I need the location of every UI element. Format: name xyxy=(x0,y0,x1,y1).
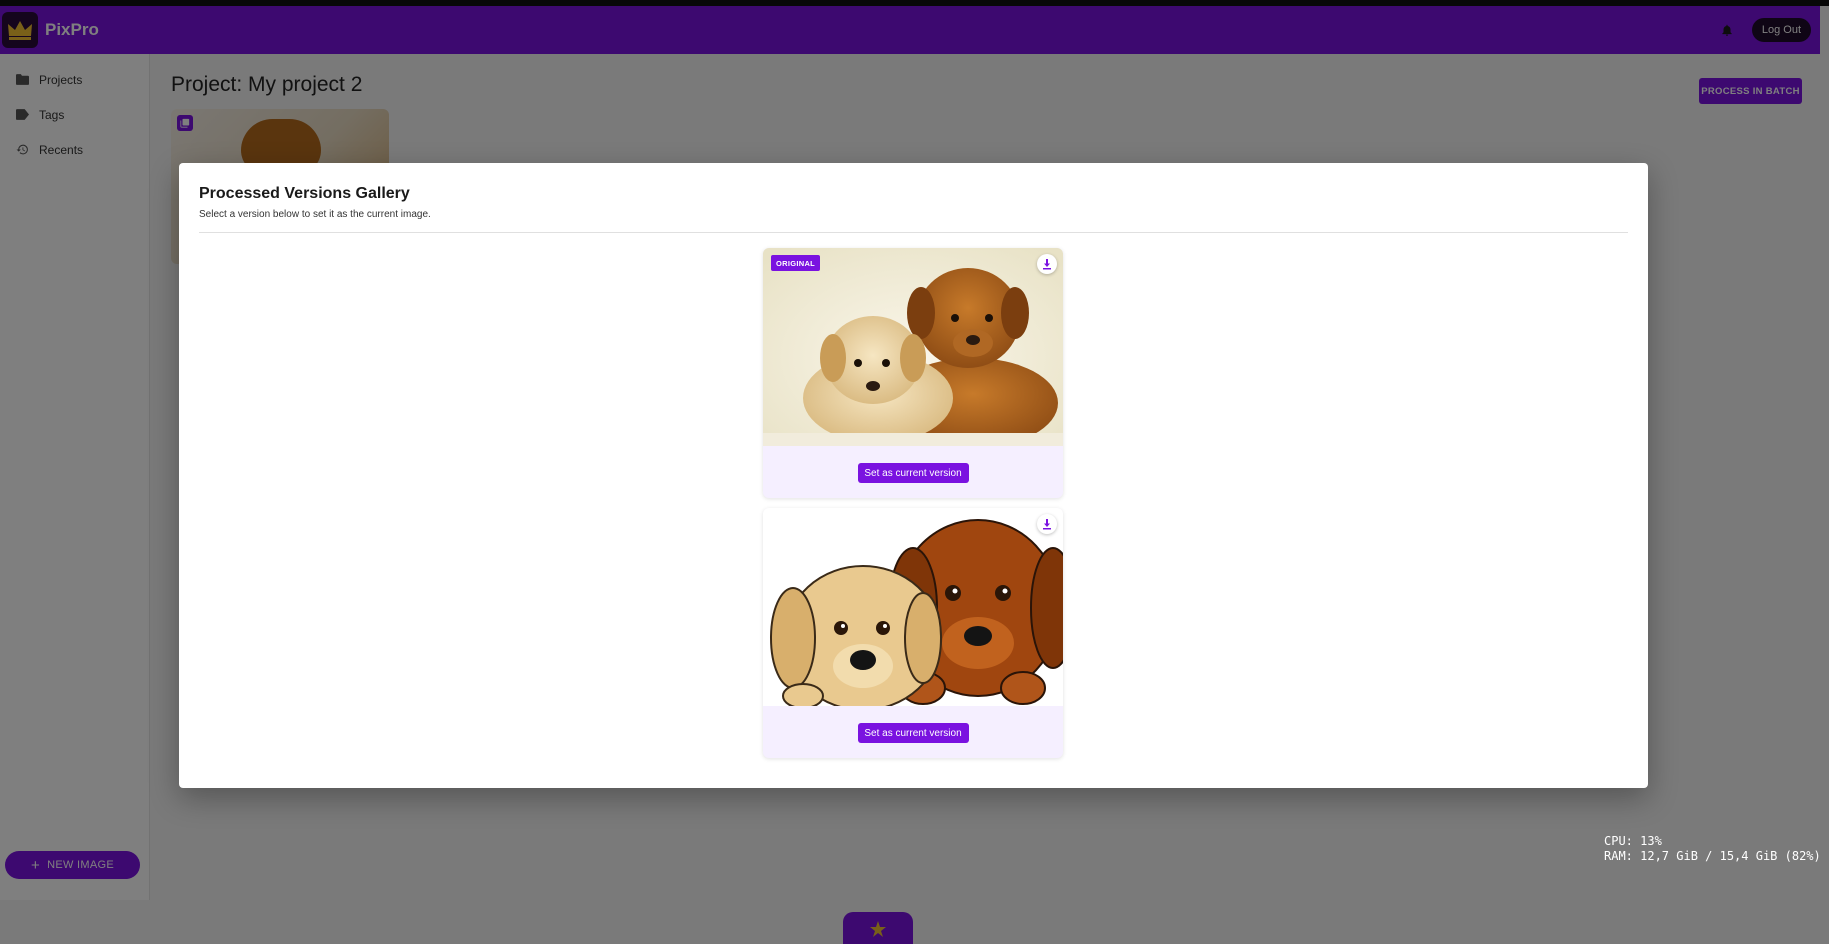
dialog-subtitle: Select a version below to set it as the … xyxy=(199,209,431,220)
version-card-processed[interactable]: Set as current version xyxy=(763,508,1063,758)
set-current-version-button[interactable]: Set as current version xyxy=(857,723,969,743)
ram-usage: RAM: 12,7 GiB / 15,4 GiB (82%) xyxy=(1604,849,1821,863)
download-button[interactable] xyxy=(1037,254,1057,274)
versions-gallery-dialog: Processed Versions Gallery Select a vers… xyxy=(179,163,1648,788)
version-image-processed xyxy=(763,508,1063,706)
system-monitor: CPU: 13% RAM: 12,7 GiB / 15,4 GiB (82%) xyxy=(1604,834,1821,864)
download-icon xyxy=(1043,258,1051,269)
original-badge: ORIGINAL xyxy=(771,255,821,271)
dialog-title: Processed Versions Gallery xyxy=(199,185,410,202)
puppies-photo xyxy=(763,248,1063,446)
puppies-illustration xyxy=(763,508,1063,706)
divider xyxy=(199,232,1628,233)
version-card-footer: Set as current version xyxy=(763,448,1063,498)
set-current-version-button[interactable]: Set as current version xyxy=(857,463,969,483)
download-button[interactable] xyxy=(1037,514,1057,534)
version-card-footer: Set as current version xyxy=(763,708,1063,758)
download-icon xyxy=(1043,518,1051,529)
version-image-original: ORIGINAL xyxy=(763,248,1063,446)
cpu-usage: CPU: 13% xyxy=(1604,834,1662,848)
version-card-original[interactable]: ORIGINAL Set as current version xyxy=(763,248,1063,498)
